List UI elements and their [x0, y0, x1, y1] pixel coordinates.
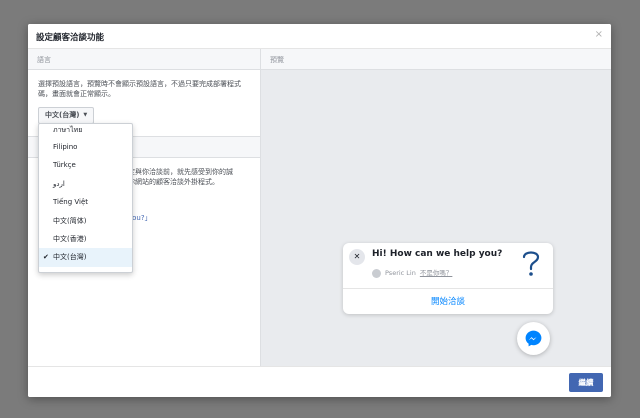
language-option-label: 中文(简体): [53, 216, 87, 225]
language-option-label: 中文(香港): [53, 234, 87, 243]
language-description: 選擇預設語言，預覽時不會顯示預設語言，不過只要完成部署程式碼，畫面就會正常顯示。: [38, 80, 241, 98]
greeting-card: ✕ Hi! How can we help you? Pseric Lin 不是你…: [343, 243, 553, 314]
language-option[interactable]: Türkçe: [39, 156, 132, 174]
user-name: Pseric Lin: [385, 269, 416, 277]
language-select-button[interactable]: 中文(台灣) ▼: [38, 107, 95, 124]
language-dropdown-menu: ภาษาไทย Filipino Türkçe اردو Tiếng Việt …: [38, 123, 133, 273]
language-option[interactable]: Tiếng Việt: [39, 193, 132, 211]
dialog-footer: 繼續: [28, 366, 611, 397]
messenger-button[interactable]: [517, 322, 550, 355]
greeting-user: Pseric Lin 不是你嗎？: [372, 267, 452, 278]
language-option[interactable]: 中文(简体): [39, 212, 132, 230]
dialog-header: 設定顧客洽談功能 ×: [28, 24, 611, 49]
language-section-header: 語言: [28, 49, 260, 70]
continue-button[interactable]: 繼續: [569, 373, 603, 392]
greeting-text: Hi! How can we help you?: [372, 249, 503, 259]
language-option-label: ภาษาไทย: [53, 126, 83, 134]
preview-title: 預覽: [270, 56, 284, 64]
caret-down-icon: ▼: [83, 112, 88, 118]
language-option-selected[interactable]: ✔ 中文(台灣): [39, 248, 132, 267]
messenger-icon: [525, 330, 542, 347]
check-icon: ✔: [43, 253, 49, 262]
language-option[interactable]: 中文(香港): [39, 230, 132, 248]
language-option-label: 中文(台灣): [53, 253, 87, 262]
language-option[interactable]: Filipino: [39, 138, 132, 156]
avatar-icon: [372, 268, 381, 278]
start-chat-button[interactable]: 開始洽談: [343, 295, 553, 307]
dialog-title: 設定顧客洽談功能: [36, 33, 105, 43]
preview-pane: 預覽: [261, 49, 611, 366]
not-you-link[interactable]: 不是你嗎？: [420, 269, 453, 277]
greeting-section-description: 定與你洽談前，就先感受到你的誠 你網站的顧客洽談外掛程式。: [128, 168, 233, 186]
language-option-label: اردو: [53, 179, 65, 188]
language-select-value: 中文(台灣): [45, 111, 80, 119]
language-option[interactable]: ภาษาไทย: [39, 124, 132, 138]
question-mark-icon: [522, 251, 540, 276]
language-option-label: Filipino: [53, 143, 78, 151]
language-option[interactable]: اردو: [39, 175, 132, 193]
card-divider: [343, 288, 553, 289]
language-option-label: Türkçe: [53, 161, 76, 170]
language-section-title: 語言: [37, 56, 51, 64]
close-icon[interactable]: ✕: [349, 249, 365, 265]
preview-header: 預覽: [261, 49, 611, 70]
language-option-label: Tiếng Việt: [53, 198, 89, 207]
close-icon[interactable]: ×: [595, 30, 603, 40]
